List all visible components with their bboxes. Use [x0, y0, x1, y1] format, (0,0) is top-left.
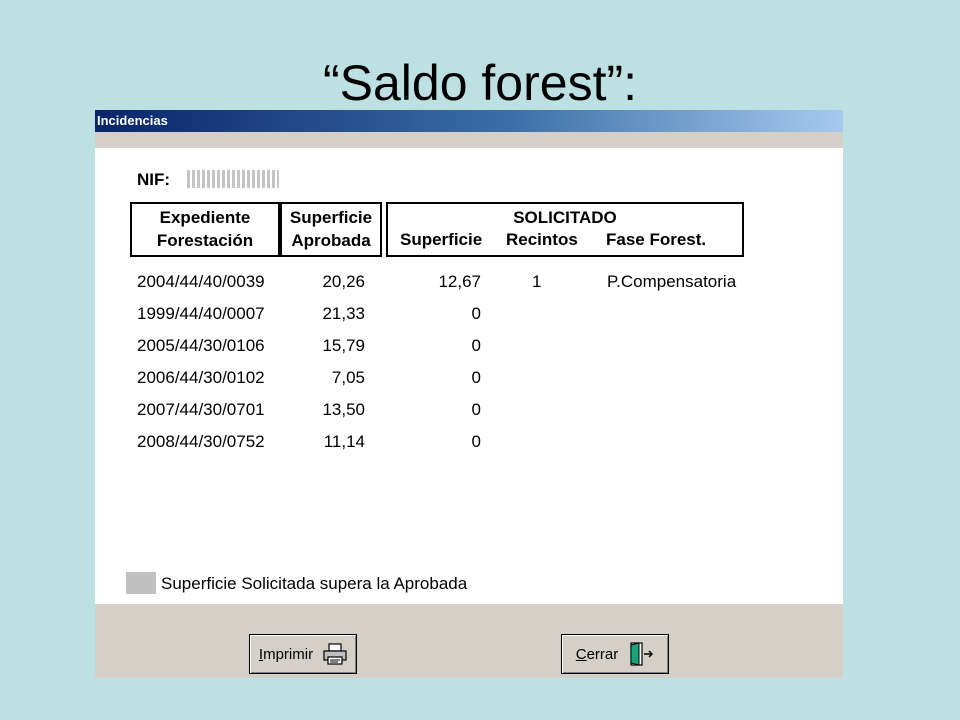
- imprimir-button[interactable]: Imprimir: [249, 634, 357, 674]
- slide-title: “Saldo forest”:: [322, 55, 637, 111]
- cell-aprobada: 15,79: [322, 336, 365, 355]
- cell-expediente: 2005/44/30/0106: [137, 336, 265, 355]
- header-expediente: Expediente Forestación: [130, 202, 280, 257]
- cell-expediente: 1999/44/40/0007: [137, 304, 265, 323]
- nif-value-redacted: [187, 170, 279, 188]
- incidencias-panel: NIF: Expediente Forestación Superficie A…: [95, 148, 843, 604]
- table-row: 2004/44/40/0039 20,26 12,67 1 P.Compensa…: [95, 272, 843, 302]
- cell-aprobada: 13,50: [322, 400, 365, 419]
- header-aprobada-line2: Aprobada: [291, 231, 371, 250]
- cell-superficie: 0: [471, 336, 481, 355]
- cell-expediente: 2007/44/30/0701: [137, 400, 265, 419]
- window-titlebar[interactable]: Incidencias: [95, 110, 843, 132]
- header-fase: Fase Forest.: [606, 230, 707, 249]
- exit-door-icon: [628, 641, 654, 667]
- imprimir-label: Imprimir: [258, 645, 314, 663]
- header-superficie-aprobada: Superficie Aprobada: [280, 202, 382, 257]
- printer-icon: [323, 643, 347, 665]
- cell-aprobada: 7,05: [331, 368, 365, 387]
- table-row: 2006/44/30/0102 7,05 0: [95, 368, 843, 398]
- table-row: 2008/44/30/0752 11,14 0: [95, 432, 843, 462]
- cell-superficie: 0: [471, 304, 481, 323]
- cell-aprobada: 21,33: [322, 304, 365, 323]
- cell-expediente: 2004/44/40/0039: [137, 272, 265, 291]
- cell-fase: P.Compensatoria: [607, 272, 737, 291]
- cell-expediente: 2006/44/30/0102: [137, 368, 265, 387]
- header-solicitado-label: SOLICITADO: [513, 208, 617, 227]
- cell-superficie: 0: [471, 400, 481, 419]
- cerrar-button[interactable]: Cerrar: [561, 634, 669, 674]
- header-recintos: Recintos: [506, 230, 578, 249]
- header-expediente-line1: Expediente: [159, 208, 251, 227]
- cell-superficie: 0: [471, 368, 481, 387]
- cell-aprobada: 20,26: [322, 272, 365, 291]
- cell-superficie: 0: [471, 432, 481, 451]
- table-row: 2007/44/30/0701 13,50 0: [95, 400, 843, 430]
- table-row: 1999/44/40/0007 21,33 0: [95, 304, 843, 334]
- cell-expediente: 2008/44/30/0752: [137, 432, 265, 451]
- header-solicitado: SOLICITADO Superficie Recintos Fase Fore…: [386, 202, 744, 257]
- cell-aprobada: 11,14: [323, 432, 365, 451]
- table-row: 2005/44/30/0106 15,79 0: [95, 336, 843, 366]
- legend-swatch: [126, 572, 156, 594]
- cell-superficie: 12,67: [438, 272, 481, 291]
- nif-label: NIF:: [137, 170, 171, 189]
- cell-recintos: 1: [532, 272, 542, 291]
- incidencias-window: Incidencias NIF: Expediente Forestación …: [95, 110, 843, 678]
- legend-text: Superficie Solicitada supera la Aprobada: [161, 574, 468, 593]
- header-expediente-line2: Forestación: [156, 231, 254, 250]
- cerrar-label: Cerrar: [575, 645, 619, 663]
- header-aprobada-line1: Superficie: [289, 208, 373, 227]
- header-superficie: Superficie: [400, 230, 483, 249]
